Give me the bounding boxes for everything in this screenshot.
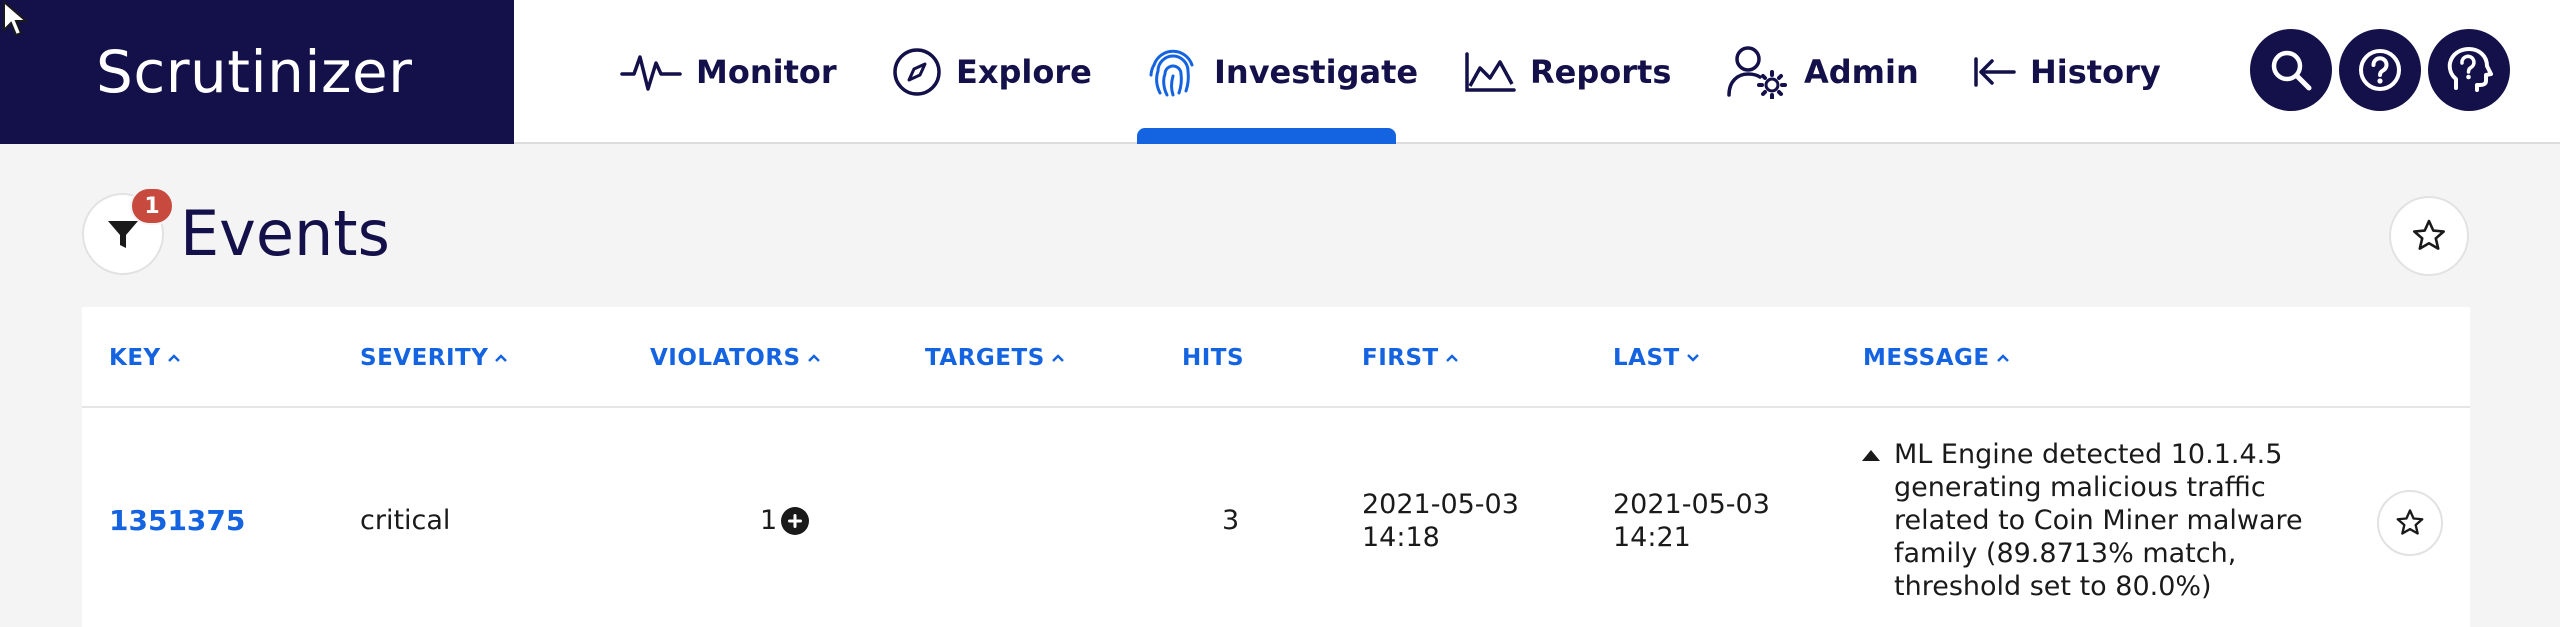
sort-asc-icon bbox=[1445, 353, 1458, 362]
fingerprint-icon bbox=[1149, 49, 1194, 97]
brand-logo[interactable]: Scrutinizer bbox=[0, 0, 514, 144]
sort-asc-icon bbox=[1051, 353, 1064, 362]
search-icon bbox=[2271, 50, 2312, 91]
message-text: ML Engine detected 10.1.4.5 generating m… bbox=[1894, 439, 2303, 602]
message-cell: ML Engine detected 10.1.4.5 generating m… bbox=[1862, 438, 2382, 603]
star-icon bbox=[2396, 509, 2424, 535]
column-header-key[interactable]: KEY bbox=[109, 307, 181, 408]
violators-count: 1 bbox=[760, 505, 778, 536]
severity-value: critical bbox=[360, 505, 451, 536]
help-icon bbox=[2359, 49, 2401, 91]
table-header: KEY SEVERITY VIOLATORS TARGETS HITS FIRS… bbox=[82, 307, 2470, 408]
events-table: KEY SEVERITY VIOLATORS TARGETS HITS FIRS… bbox=[82, 307, 2470, 627]
nav-monitor[interactable]: Monitor bbox=[620, 0, 837, 144]
favorite-page-button[interactable] bbox=[2389, 196, 2469, 276]
column-header-targets[interactable]: TARGETS bbox=[925, 307, 1065, 408]
filter-icon bbox=[108, 221, 138, 248]
nav-explore[interactable]: Explore bbox=[892, 0, 1092, 144]
last-seen-value: 2021-05-03 14:21 bbox=[1613, 489, 1770, 553]
page-title: Events bbox=[180, 197, 390, 270]
nav-explore-label: Explore bbox=[956, 53, 1092, 91]
hits-value: 3 bbox=[1222, 505, 1240, 536]
sort-asc-icon bbox=[495, 353, 508, 362]
nav-monitor-label: Monitor bbox=[696, 53, 837, 91]
active-nav-indicator bbox=[1137, 128, 1396, 144]
column-header-hits[interactable]: HITS bbox=[1182, 307, 1244, 408]
collapse-message-icon[interactable] bbox=[1862, 450, 1880, 461]
arrow-left-icon bbox=[1974, 57, 2016, 87]
compass-icon bbox=[893, 48, 941, 96]
filter-count-badge: 1 bbox=[130, 187, 174, 225]
column-header-violators[interactable]: VIOLATORS bbox=[650, 307, 821, 408]
pulse-icon bbox=[620, 55, 682, 91]
search-button[interactable] bbox=[2250, 29, 2332, 111]
nav-reports-label: Reports bbox=[1530, 53, 1672, 91]
mouse-cursor-icon bbox=[3, 0, 29, 37]
column-header-last[interactable]: LAST bbox=[1613, 307, 1700, 408]
violators-cell: 1 bbox=[760, 504, 810, 537]
sort-desc-icon bbox=[1686, 353, 1699, 362]
nav-reports[interactable]: Reports bbox=[1464, 0, 1671, 144]
help-button[interactable] bbox=[2339, 29, 2421, 111]
area-chart-icon bbox=[1465, 52, 1516, 92]
table-row: 1351375 critical 1 3 2021-05-03 14:18 20… bbox=[82, 410, 2470, 627]
star-icon bbox=[2413, 219, 2445, 250]
nav-history-label: History bbox=[2030, 53, 2161, 91]
nav-admin-label: Admin bbox=[1804, 53, 1919, 91]
sort-asc-icon bbox=[1996, 353, 2009, 362]
top-navigation-bar: Scrutinizer Monitor Explore Investigate … bbox=[0, 0, 2560, 144]
brand-name: Scrutinizer bbox=[96, 38, 413, 106]
add-violator-button[interactable] bbox=[781, 506, 810, 535]
sort-asc-icon bbox=[167, 353, 180, 362]
nav-investigate-label: Investigate bbox=[1214, 53, 1419, 91]
nav-history[interactable]: History bbox=[1972, 0, 2161, 144]
support-button[interactable] bbox=[2428, 29, 2510, 111]
favorite-row-button[interactable] bbox=[2377, 490, 2443, 556]
column-header-first[interactable]: FIRST bbox=[1362, 307, 1459, 408]
nav-investigate[interactable]: Investigate bbox=[1146, 0, 1418, 144]
plus-icon bbox=[788, 513, 803, 528]
first-seen-value: 2021-05-03 14:18 bbox=[1362, 489, 1519, 553]
column-header-severity[interactable]: SEVERITY bbox=[360, 307, 508, 408]
column-header-message[interactable]: MESSAGE bbox=[1863, 307, 2010, 408]
support-icon bbox=[2447, 47, 2493, 92]
event-key-link[interactable]: 1351375 bbox=[109, 504, 245, 537]
nav-admin[interactable]: Admin bbox=[1726, 0, 1919, 144]
sort-asc-icon bbox=[807, 353, 820, 362]
user-gear-icon bbox=[1727, 46, 1787, 99]
